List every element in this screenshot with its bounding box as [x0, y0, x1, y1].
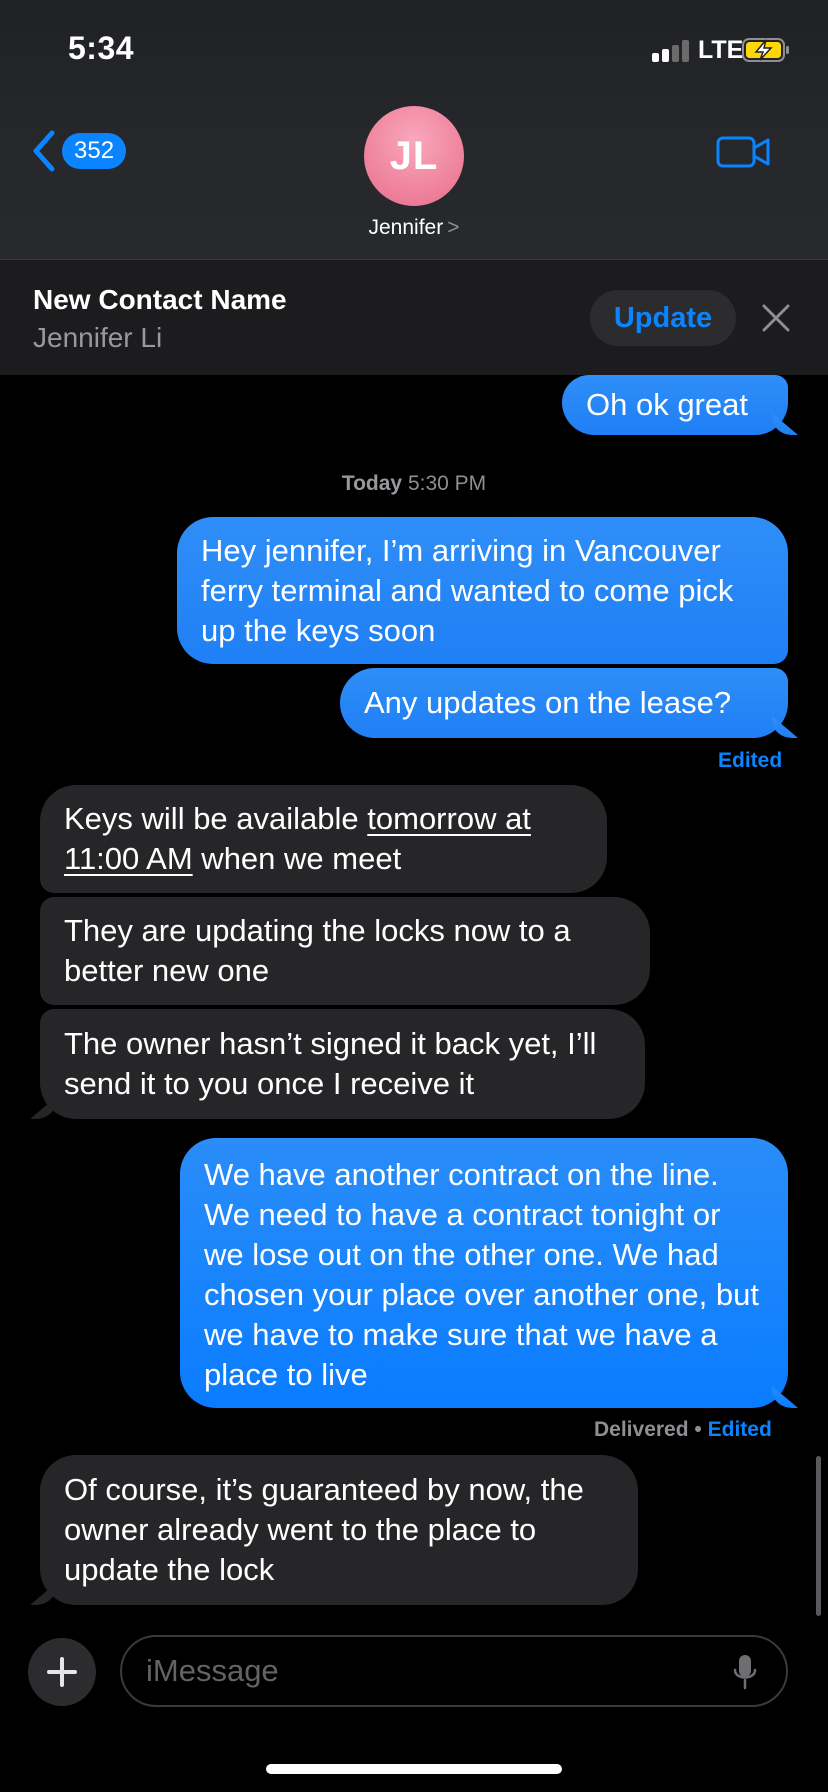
back-button[interactable]: 352: [30, 128, 140, 174]
separator: •: [694, 1418, 702, 1441]
unread-count-badge: 352: [62, 133, 127, 169]
video-camera-icon[interactable]: [716, 134, 772, 170]
status-bar: 5:34 LTE: [0, 0, 828, 100]
scroll-indicator[interactable]: [816, 1456, 821, 1616]
home-indicator[interactable]: [266, 1764, 562, 1774]
microphone-icon[interactable]: [732, 1653, 758, 1691]
received-message[interactable]: Of course, it’s guaranteed by now, the o…: [40, 1455, 638, 1605]
banner-title: New Contact Name: [33, 284, 287, 315]
received-message[interactable]: The owner hasn’t signed it back yet, I’l…: [40, 1009, 645, 1119]
sent-message[interactable]: Any updates on the lease?: [340, 668, 788, 738]
received-message[interactable]: They are updating the locks now to a bet…: [40, 897, 650, 1005]
back-chevron-icon: [33, 130, 55, 172]
status-time: 5:34: [68, 30, 135, 66]
sent-message[interactable]: Oh ok great: [562, 375, 788, 435]
battery-charging-icon: [742, 38, 789, 62]
chevron-right-icon: >: [447, 216, 460, 239]
contact-name-button[interactable]: Jennifer >: [0, 216, 828, 240]
edited-label: Edited: [718, 749, 783, 772]
delivered-label: Delivered: [594, 1418, 689, 1441]
apps-plus-button[interactable]: [28, 1638, 96, 1706]
message-text: Keys will be available: [64, 801, 368, 836]
message-input[interactable]: [146, 1637, 706, 1705]
sent-message[interactable]: Hey jennifer, I’m arriving in Vancouver …: [177, 517, 788, 664]
delivery-status: Delivered • Edited: [594, 1418, 772, 1442]
timestamp-time: 5:30 PM: [407, 472, 487, 495]
signal-icon: [652, 40, 694, 62]
conversation-header: 5:34 LTE 352 JL Jennifer >: [0, 0, 828, 260]
edited-label: Edited: [707, 1418, 772, 1441]
message-input-container[interactable]: [120, 1635, 788, 1707]
banner-contact-name: Jennifer Li: [33, 322, 163, 353]
message-text: when we meet: [192, 841, 402, 876]
contact-name-label: Jennifer: [368, 216, 444, 239]
close-icon[interactable]: [760, 302, 792, 334]
new-contact-name-banner: New Contact Name Jennifer Li Update: [0, 260, 828, 375]
messages-screen: 5:34 LTE 352 JL Jennifer > New Contact N…: [0, 0, 828, 1792]
plus-icon: [47, 1657, 77, 1687]
received-message[interactable]: Keys will be available tomorrow at 11:00…: [40, 785, 607, 893]
timestamp-day: Today: [341, 472, 403, 495]
network-type: LTE: [698, 36, 744, 64]
update-button[interactable]: Update: [590, 290, 736, 346]
sent-message[interactable]: We have another contract on the line. We…: [180, 1138, 788, 1408]
contact-avatar[interactable]: JL: [364, 106, 464, 206]
message-timestamp: Today 5:30 PM: [0, 472, 828, 496]
